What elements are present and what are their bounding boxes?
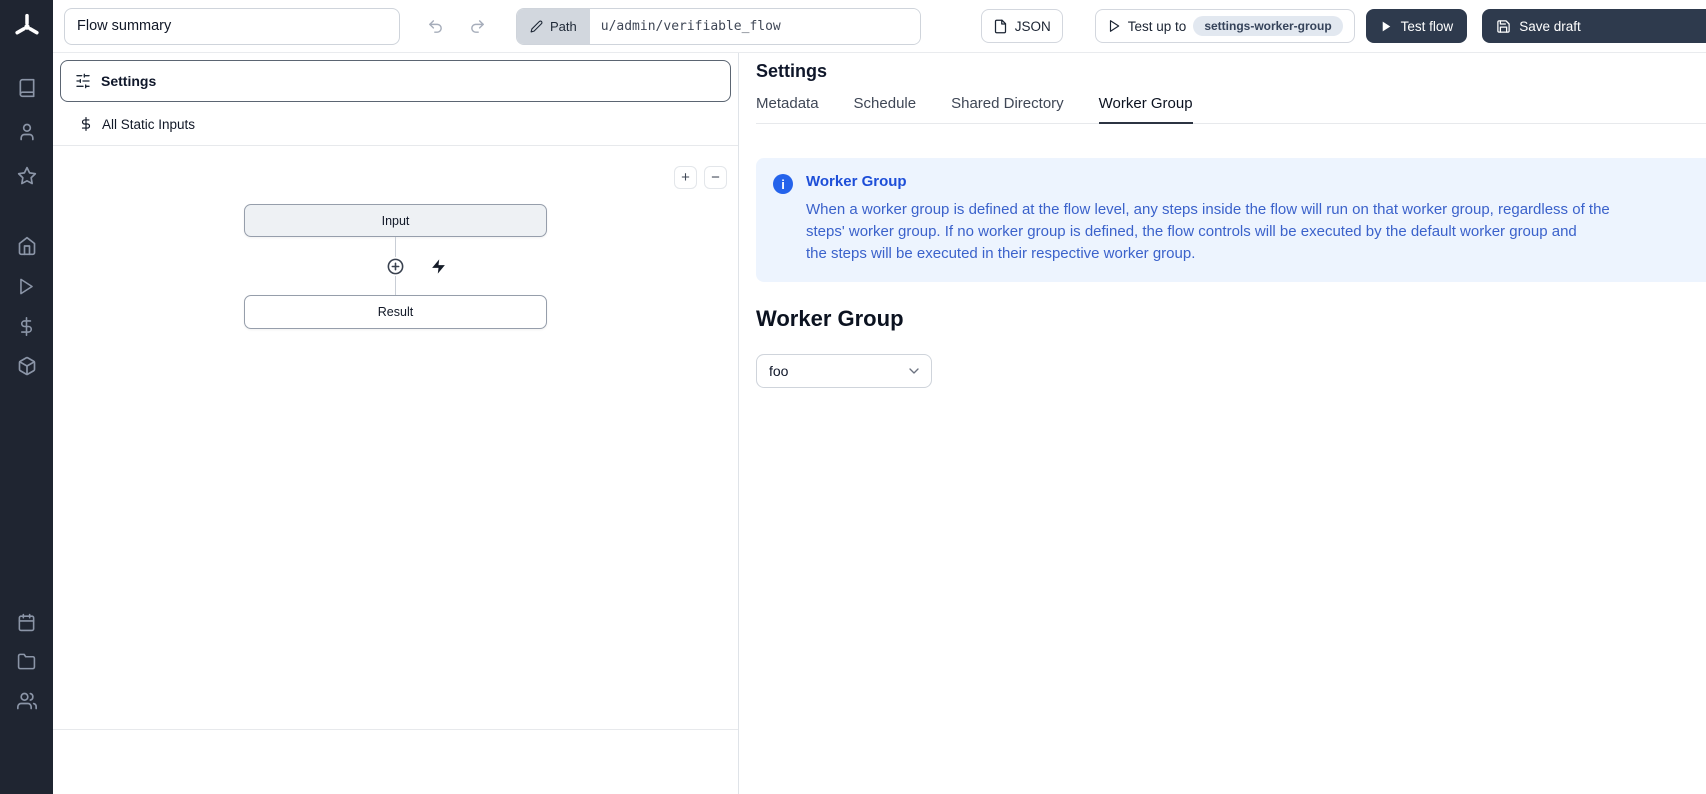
flow-canvas: + − Input Result bbox=[53, 146, 738, 794]
sidebar-group-bottom bbox=[0, 603, 53, 720]
sliders-icon bbox=[75, 73, 91, 89]
tab-schedule[interactable]: Schedule bbox=[854, 95, 917, 124]
add-step-button[interactable] bbox=[386, 257, 405, 276]
star-icon bbox=[17, 166, 37, 186]
flow-node-result[interactable]: Result bbox=[244, 295, 547, 329]
cube-icon bbox=[17, 356, 37, 376]
path-chip-label: Path bbox=[550, 19, 577, 34]
test-up-to-label: Test up to bbox=[1128, 19, 1187, 34]
worker-group-select-value: foo bbox=[769, 363, 788, 379]
sidebar-item-user[interactable] bbox=[0, 110, 53, 154]
app-sidebar bbox=[0, 0, 53, 794]
flow-editor-panel: Settings All Static Inputs + − Input Res… bbox=[53, 53, 738, 794]
alert-text-line: When a worker group is defined at the fl… bbox=[806, 199, 1610, 221]
tab-worker-group[interactable]: Worker Group bbox=[1099, 95, 1193, 124]
zoom-controls: + − bbox=[674, 166, 727, 189]
undo-icon bbox=[427, 18, 444, 35]
alert-content: Worker Group When a worker group is defi… bbox=[806, 173, 1610, 265]
path-group: Path bbox=[516, 8, 921, 45]
worker-group-section-title: Worker Group bbox=[756, 306, 1706, 332]
lightning-icon bbox=[430, 258, 447, 275]
flow-summary-input[interactable] bbox=[64, 8, 400, 45]
dollar-icon bbox=[79, 117, 93, 131]
worker-group-select[interactable]: foo bbox=[756, 354, 932, 388]
dollar-icon bbox=[17, 317, 36, 336]
alert-text-line: steps' worker group. If no worker group … bbox=[806, 221, 1610, 243]
redo-icon bbox=[469, 18, 486, 35]
folder-icon bbox=[17, 652, 36, 671]
play-icon bbox=[17, 277, 36, 296]
save-draft-label: Save draft bbox=[1519, 19, 1581, 34]
plus-circle-icon bbox=[386, 257, 405, 276]
sidebar-item-groups[interactable] bbox=[0, 681, 53, 720]
calendar-icon bbox=[17, 613, 36, 632]
windmill-logo-icon bbox=[12, 12, 42, 42]
flow-settings-button[interactable]: Settings bbox=[60, 60, 731, 102]
sidebar-item-variables[interactable] bbox=[0, 306, 53, 346]
json-button-label: JSON bbox=[1015, 19, 1051, 34]
json-button[interactable]: JSON bbox=[981, 9, 1063, 43]
windmill-logo[interactable] bbox=[0, 0, 53, 53]
test-flow-button[interactable]: Test flow bbox=[1366, 9, 1468, 43]
sidebar-group-main bbox=[0, 226, 53, 386]
sidebar-item-library[interactable] bbox=[0, 66, 53, 110]
trigger-button[interactable] bbox=[430, 258, 447, 278]
topbar: Path JSON Test up to settings-worker-gro… bbox=[53, 0, 1706, 53]
book-icon bbox=[17, 78, 37, 98]
pencil-icon bbox=[530, 20, 543, 33]
sidebar-group-top bbox=[0, 66, 53, 198]
undo-button[interactable] bbox=[420, 11, 450, 41]
info-icon: i bbox=[773, 174, 793, 194]
users-icon bbox=[17, 691, 37, 711]
home-icon bbox=[17, 236, 37, 256]
sidebar-item-folders[interactable] bbox=[0, 642, 53, 681]
file-json-icon bbox=[993, 19, 1008, 34]
alert-title: Worker Group bbox=[806, 173, 1610, 190]
test-flow-label: Test flow bbox=[1401, 19, 1454, 34]
test-up-to-button[interactable]: Test up to settings-worker-group bbox=[1095, 9, 1355, 43]
save-draft-button[interactable]: Save draft bbox=[1482, 9, 1706, 43]
edit-path-button[interactable]: Path bbox=[517, 9, 590, 44]
sidebar-item-resources[interactable] bbox=[0, 346, 53, 386]
all-static-inputs-button[interactable]: All Static Inputs bbox=[53, 103, 738, 146]
tab-shared-directory[interactable]: Shared Directory bbox=[951, 95, 1064, 124]
tab-metadata[interactable]: Metadata bbox=[756, 95, 819, 124]
flow-settings-label: Settings bbox=[101, 73, 156, 89]
flow-node-input[interactable]: Input bbox=[244, 204, 547, 237]
all-static-inputs-label: All Static Inputs bbox=[102, 117, 195, 132]
canvas-bottom-divider bbox=[53, 729, 738, 730]
settings-panel-title: Settings bbox=[756, 61, 1706, 82]
worker-group-info-alert: i Worker Group When a worker group is de… bbox=[756, 158, 1706, 282]
test-up-to-step-badge: settings-worker-group bbox=[1193, 16, 1342, 36]
sidebar-item-runs[interactable] bbox=[0, 266, 53, 306]
save-icon bbox=[1496, 19, 1511, 34]
play-outline-icon bbox=[1107, 19, 1121, 33]
zoom-out-button[interactable]: − bbox=[704, 166, 727, 189]
chevron-down-icon bbox=[906, 363, 922, 379]
redo-button[interactable] bbox=[462, 11, 492, 41]
user-icon bbox=[17, 122, 37, 142]
sidebar-item-favorites[interactable] bbox=[0, 154, 53, 198]
play-filled-icon bbox=[1380, 20, 1393, 33]
sidebar-item-home[interactable] bbox=[0, 226, 53, 266]
alert-text-line: the steps will be executed in their resp… bbox=[806, 243, 1610, 265]
sidebar-item-schedules[interactable] bbox=[0, 603, 53, 642]
path-input[interactable] bbox=[590, 9, 920, 44]
settings-tabs: Metadata Schedule Shared Directory Worke… bbox=[756, 95, 1706, 124]
zoom-in-button[interactable]: + bbox=[674, 166, 697, 189]
settings-panel: Settings Metadata Schedule Shared Direct… bbox=[739, 53, 1706, 794]
